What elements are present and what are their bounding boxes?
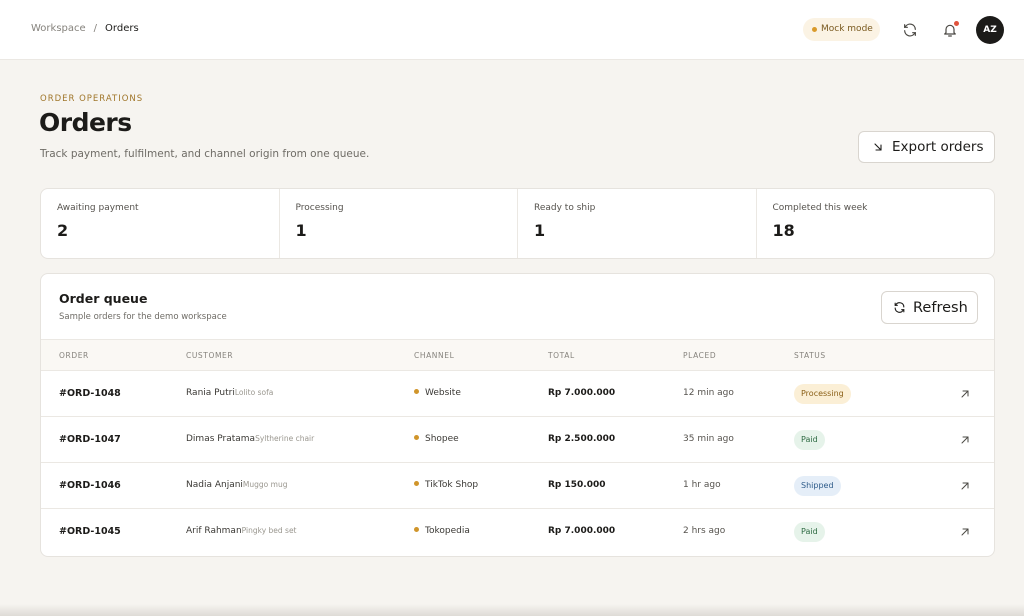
customer-item: Muggo mug <box>242 480 288 489</box>
order-id[interactable]: #ORD-1048 <box>59 388 121 399</box>
placed-time: 35 min ago <box>683 434 734 444</box>
sync-icon <box>904 23 916 37</box>
order-total: Rp 2.500.000 <box>548 434 616 444</box>
status-badge: Paid <box>794 430 825 450</box>
arrow-up-right-icon[interactable] <box>959 388 971 400</box>
channel-dot-icon <box>414 527 419 532</box>
page-eyebrow: ORDER OPERATIONS <box>40 94 144 104</box>
queue-subtitle: Sample orders for the demo workspace <box>59 312 227 322</box>
notifications-button[interactable] <box>939 19 961 41</box>
stat-label: Completed this week <box>772 203 868 213</box>
channel-dot-icon <box>414 435 419 440</box>
channel-cell: Tokopedia <box>414 526 470 536</box>
customer-cell: Rania PutriLolito sofa <box>186 388 273 398</box>
export-orders-button[interactable]: Export orders <box>858 131 995 163</box>
table-row[interactable]: #ORD-1048 Rania PutriLolito sofa Website… <box>41 371 994 417</box>
stat-value: 1 <box>295 221 307 240</box>
channel-name: Shopee <box>425 434 459 444</box>
page-subtitle: Track payment, fulfilment, and channel o… <box>40 148 370 160</box>
stat-awaiting-payment: Awaiting payment 2 <box>41 189 280 258</box>
column-header-order[interactable]: ORDER <box>59 351 89 360</box>
stat-value: 18 <box>772 221 795 240</box>
arrow-up-right-icon[interactable] <box>959 526 971 538</box>
channel-cell: TikTok Shop <box>414 480 478 490</box>
status-badge: Paid <box>794 522 825 542</box>
arrow-up-right-icon[interactable] <box>959 434 971 446</box>
column-header-status[interactable]: STATUS <box>794 351 826 360</box>
page-title: Orders <box>39 108 132 137</box>
stat-label: Awaiting payment <box>57 203 139 213</box>
order-id[interactable]: #ORD-1047 <box>59 434 121 445</box>
table-header: ORDER CUSTOMER CHANNEL TOTAL PLACED STAT… <box>41 339 994 371</box>
channel-cell: Shopee <box>414 434 459 444</box>
arrow-up-right-icon[interactable] <box>959 480 971 492</box>
breadcrumb-separator: / <box>93 23 98 34</box>
stats-summary: Awaiting payment 2 Processing 1 Ready to… <box>40 188 995 259</box>
stat-ready-to-ship: Ready to ship 1 <box>518 189 757 258</box>
status-badge: Shipped <box>794 476 841 496</box>
customer-name: Rania Putri <box>186 388 235 398</box>
refresh-icon <box>894 302 905 313</box>
channel-dot-icon <box>414 481 419 486</box>
table-row[interactable]: #ORD-1046 Nadia AnjaniMuggo mug TikTok S… <box>41 463 994 509</box>
stat-processing: Processing 1 <box>280 189 518 258</box>
customer-cell: Arif RahmanPingky bed set <box>186 526 297 536</box>
customer-cell: Nadia AnjaniMuggo mug <box>186 480 287 490</box>
column-header-total[interactable]: TOTAL <box>548 351 575 360</box>
column-header-customer[interactable]: CUSTOMER <box>186 351 233 360</box>
channel-cell: Website <box>414 388 461 398</box>
arrow-down-right-icon <box>874 143 882 151</box>
stat-label: Processing <box>295 203 344 213</box>
breadcrumb-current: Orders <box>105 23 139 34</box>
breadcrumb: Workspace / Orders <box>31 23 139 34</box>
customer-cell: Dimas PratamaSyltherine chair <box>186 434 314 444</box>
refresh-button[interactable]: Refresh <box>881 291 978 324</box>
channel-dot-icon <box>414 389 419 394</box>
channel-name: TikTok Shop <box>425 480 479 490</box>
column-header-channel[interactable]: CHANNEL <box>414 351 454 360</box>
order-id[interactable]: #ORD-1045 <box>59 526 121 537</box>
top-bar: Workspace / Orders Mock mode AZ <box>0 0 1024 60</box>
avatar[interactable]: AZ <box>976 16 1004 44</box>
customer-item: Pingky bed set <box>241 526 297 535</box>
channel-name: Tokopedia <box>425 526 470 536</box>
order-total: Rp 150.000 <box>548 480 606 490</box>
customer-item: Lolito sofa <box>234 388 274 397</box>
order-id[interactable]: #ORD-1046 <box>59 480 121 491</box>
queue-title: Order queue <box>59 291 148 306</box>
channel-name: Website <box>425 388 461 398</box>
page-bottom-edge <box>0 604 1024 616</box>
mock-mode-label: Mock mode <box>821 24 873 34</box>
status-badge: Processing <box>794 384 851 404</box>
customer-name: Arif Rahman <box>186 526 242 536</box>
stat-value: 1 <box>534 221 546 240</box>
status-dot-icon <box>812 27 817 32</box>
export-orders-label: Export orders <box>892 139 984 155</box>
stat-completed-this-week: Completed this week 18 <box>757 189 995 258</box>
column-header-placed[interactable]: PLACED <box>683 351 716 360</box>
table-row[interactable]: #ORD-1045 Arif RahmanPingky bed set Toko… <box>41 509 994 555</box>
customer-name: Nadia Anjani <box>186 480 243 490</box>
stat-value: 2 <box>57 221 69 240</box>
breadcrumb-root[interactable]: Workspace <box>31 23 86 34</box>
notification-dot <box>954 21 959 26</box>
sync-button[interactable] <box>899 19 921 41</box>
mock-mode-badge: Mock mode <box>803 18 880 41</box>
placed-time: 12 min ago <box>683 388 734 398</box>
placed-time: 1 hr ago <box>683 480 721 490</box>
placed-time: 2 hrs ago <box>683 526 726 536</box>
refresh-label: Refresh <box>913 299 968 316</box>
table-row[interactable]: #ORD-1047 Dimas PratamaSyltherine chair … <box>41 417 994 463</box>
order-queue-card: Order queue Sample orders for the demo w… <box>40 273 995 557</box>
stat-label: Ready to ship <box>534 203 596 213</box>
order-total: Rp 7.000.000 <box>548 388 616 398</box>
customer-name: Dimas Pratama <box>186 434 256 444</box>
customer-item: Syltherine chair <box>255 434 315 443</box>
order-total: Rp 7.000.000 <box>548 526 616 536</box>
